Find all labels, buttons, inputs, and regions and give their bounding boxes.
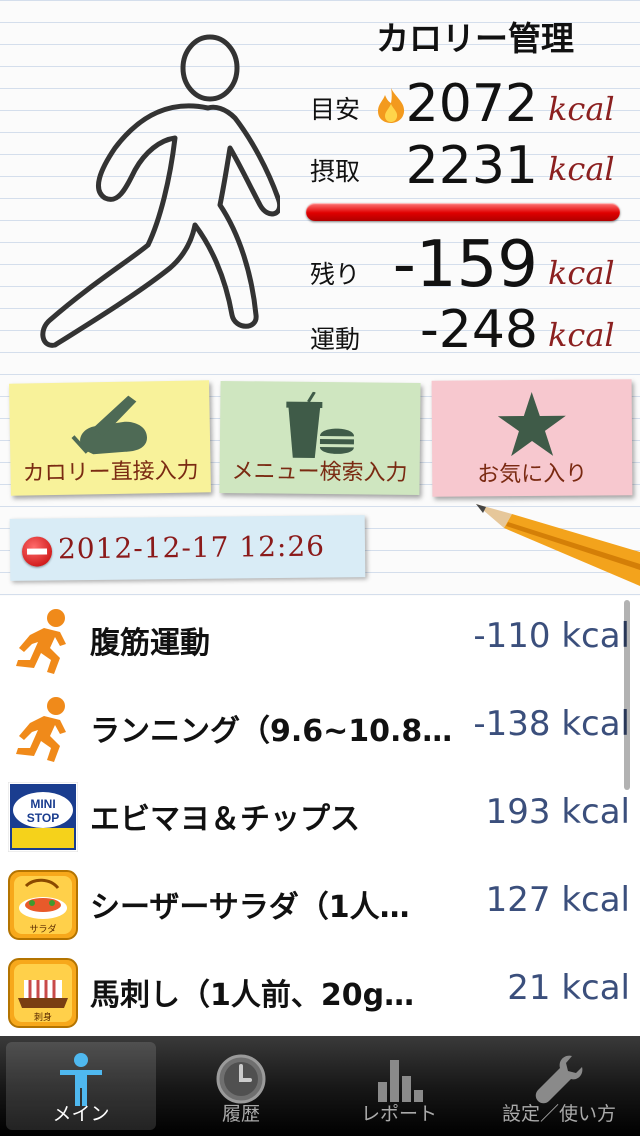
sashimi-caption: 刺身 <box>34 1011 52 1023</box>
entry-name: ランニング（9.6~10.8… <box>90 714 453 749</box>
tab-settings[interactable]: 設定／使い方 <box>484 1042 634 1130</box>
salad-icon: サラダ <box>8 870 78 940</box>
menu-search-label: メニュー検索入力 <box>231 459 408 486</box>
tab-report-label: レポート <box>360 1103 437 1125</box>
target-value: 2072 <box>405 74 538 134</box>
star-icon <box>497 392 566 457</box>
intake-value: 2231 <box>405 136 538 196</box>
tab-history[interactable]: 履歴 <box>166 1042 316 1130</box>
entry-name: エビマヨ＆チップス <box>90 802 360 837</box>
salad-caption: サラダ <box>29 923 56 935</box>
entry-name: シーザーサラダ（1人… <box>90 890 410 925</box>
tab-settings-label: 設定／使い方 <box>501 1103 616 1125</box>
ministop-logo: MINI STOP <box>8 782 78 852</box>
minus-circle-icon[interactable] <box>21 536 53 567</box>
entry-kcal: 193 kcal <box>485 792 630 832</box>
entry-kcal: 21 kcal <box>507 968 630 1008</box>
list-item[interactable]: サラダ シーザーサラダ（1人… 127 kcal <box>0 860 640 949</box>
tab-bar: メイン 履歴 レポート 設定／使い方 <box>0 1036 640 1136</box>
list-item[interactable]: 腹筋運動 -110 kcal <box>0 596 640 685</box>
entry-kcal: -110 kcal <box>473 616 630 656</box>
list-item[interactable]: ランニング（9.6~10.8… -138 kcal <box>0 684 640 773</box>
writing-hand-icon <box>71 395 147 455</box>
menu-search-button[interactable]: メニュー検索入力 <box>219 380 421 496</box>
running-figure-illustration <box>40 34 280 348</box>
tab-history-label: 履歴 <box>221 1103 260 1125</box>
entry-list[interactable]: 腹筋運動 -110 kcal ランニング（9.6~10.8… -138 kcal… <box>0 596 640 1037</box>
favorites-button[interactable]: お気に入り <box>431 379 633 497</box>
tab-main-label: メイン <box>52 1103 110 1125</box>
sashimi-icon: 刺身 <box>8 958 78 1028</box>
intake-unit: kcal <box>548 150 615 188</box>
target-unit: kcal <box>548 90 615 128</box>
exercise-value: -248 <box>419 300 538 360</box>
entry-datetime: 2012-12-17 12:26 <box>57 529 326 566</box>
bar-chart-icon <box>378 1060 423 1102</box>
runner-icon <box>16 697 66 762</box>
calorie-progress-bar <box>306 203 620 221</box>
entry-name: 馬刺し（1人前、20g… <box>90 978 415 1013</box>
wrench-icon <box>535 1055 583 1104</box>
pencil-decoration <box>476 504 640 586</box>
food-drink-icon <box>286 391 355 458</box>
runner-icon <box>16 609 66 674</box>
remaining-value: -159 <box>392 228 538 302</box>
entry-kcal: 127 kcal <box>485 880 630 920</box>
direct-input-button[interactable]: カロリー直接入力 <box>9 380 211 496</box>
ministop-logo-text-2: STOP <box>27 811 59 825</box>
date-tag[interactable]: 2012-12-17 12:26 <box>9 515 366 581</box>
exercise-unit: kcal <box>548 316 615 354</box>
remaining-unit: kcal <box>548 254 615 292</box>
list-item[interactable]: MINI STOP エビマヨ＆チップス 193 kcal <box>0 772 640 861</box>
app-title: カロリー管理 <box>376 19 574 58</box>
entry-name: 腹筋運動 <box>90 626 210 661</box>
entry-kcal: -138 kcal <box>473 704 630 744</box>
tab-main[interactable]: メイン <box>6 1042 156 1130</box>
favorites-label: お気に入り <box>477 461 588 488</box>
list-scrollbar[interactable] <box>624 600 630 790</box>
tab-report[interactable]: レポート <box>324 1042 474 1130</box>
ministop-logo-text-1: MINI <box>30 797 55 811</box>
direct-input-label: カロリー直接入力 <box>22 458 199 487</box>
clock-icon <box>216 1054 266 1104</box>
list-item[interactable]: 刺身 馬刺し（1人前、20g… 21 kcal <box>0 948 640 1037</box>
